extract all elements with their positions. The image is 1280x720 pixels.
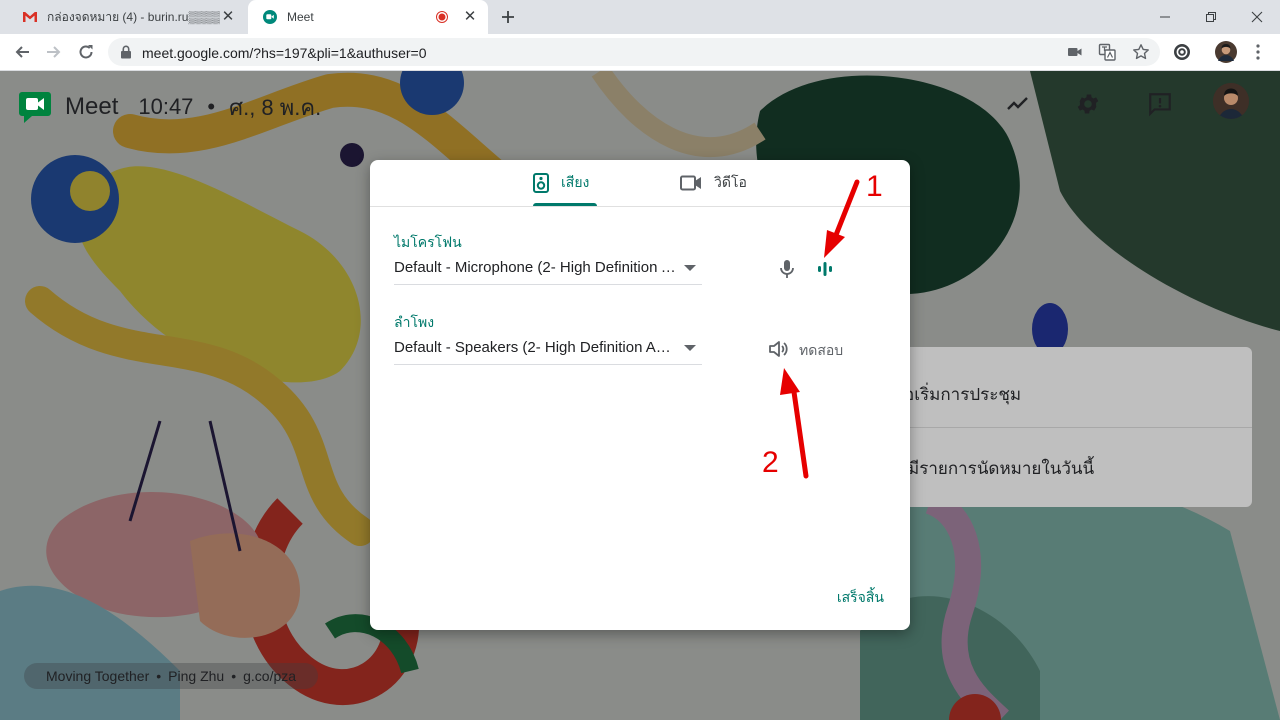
annotation-arrow-1: [824, 179, 860, 258]
annotation-number-1: 1: [866, 170, 883, 203]
annotation-number-2: 2: [762, 446, 779, 479]
annotation-arrow-2: [780, 368, 809, 479]
annotation-overlay: [780, 179, 860, 479]
